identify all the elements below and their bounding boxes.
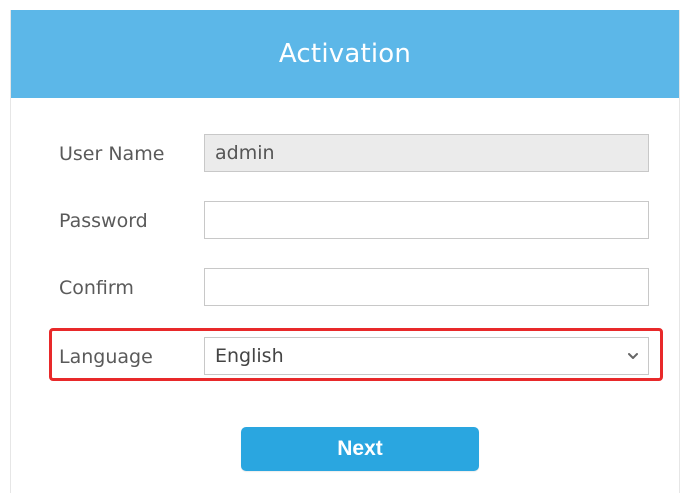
language-select[interactable]: English bbox=[204, 337, 649, 375]
chevron-down-icon bbox=[628, 353, 638, 359]
next-button[interactable]: Next bbox=[241, 427, 479, 471]
password-row: Password bbox=[11, 201, 679, 241]
confirm-row: Confirm bbox=[11, 268, 679, 308]
activation-dialog: Activation User Name Password Confirm La… bbox=[10, 10, 680, 493]
confirm-label: Confirm bbox=[59, 277, 134, 299]
password-label: Password bbox=[59, 210, 148, 232]
username-row: User Name bbox=[11, 134, 679, 174]
confirm-password-field[interactable] bbox=[204, 268, 649, 306]
dialog-header: Activation bbox=[11, 10, 679, 98]
username-field[interactable] bbox=[204, 134, 649, 172]
language-selected-value: English bbox=[215, 345, 284, 367]
dialog-title: Activation bbox=[278, 39, 412, 69]
username-label: User Name bbox=[59, 143, 165, 165]
password-field[interactable] bbox=[204, 201, 649, 239]
language-row: Language English bbox=[11, 337, 679, 377]
language-label: Language bbox=[59, 346, 153, 368]
